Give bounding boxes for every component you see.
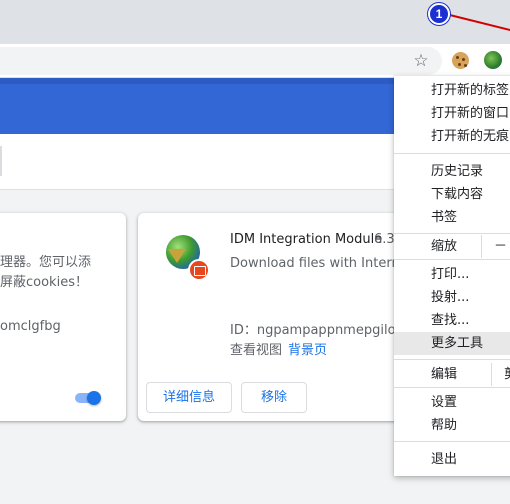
details-button[interactable]: 详细信息 [146, 382, 232, 413]
menu-separator [394, 153, 510, 154]
address-bar[interactable] [0, 47, 442, 75]
extension-enable-toggle[interactable] [75, 391, 103, 405]
description-line: 理器。您可以添 [0, 255, 92, 270]
menu-item-downloads[interactable]: 下载内容 [394, 183, 510, 206]
menu-item-find[interactable]: 查找... [394, 309, 510, 332]
idm-logo-icon [164, 235, 210, 281]
description-line: 屏蔽cookies！ [0, 275, 88, 290]
cookie-extension-icon[interactable] [452, 52, 469, 69]
menu-item-history[interactable]: 历史记录 [394, 160, 510, 183]
toggle-knob [87, 391, 101, 405]
menu-item-new-incognito[interactable]: 打开新的无痕窗 [394, 125, 510, 148]
annotation-badge: 1 [428, 3, 450, 25]
chrome-main-menu: 打开新的标签页 打开新的窗口 打开新的无痕窗 历史记录 下载内容 书签 缩放 －… [394, 76, 510, 476]
extension-card-idm: IDM Integration Module 6.3 Download file… [138, 213, 438, 421]
idm-extension-icon[interactable] [484, 51, 502, 69]
menu-item-bookmarks[interactable]: 书签 [394, 206, 510, 229]
background-page-link[interactable]: 背景页 [288, 343, 327, 358]
menu-item-print[interactable]: 打印... [394, 263, 510, 286]
inspect-views: 查看视图 背景页 [230, 339, 327, 358]
extension-id: ID：ngpampappnmepgilojfo [230, 323, 412, 338]
menu-item-exit[interactable]: 退出 [394, 448, 510, 471]
menu-separator [394, 359, 510, 360]
extension-name: IDM Integration Module [230, 232, 383, 247]
extension-card: 理器。您可以添 屏蔽cookies！ omclgfbg [0, 213, 126, 421]
menu-separator [394, 233, 510, 234]
browser-toolbar: ☆ [0, 44, 510, 78]
remove-button[interactable]: 移除 [241, 382, 307, 413]
search-box-edge [0, 146, 2, 176]
menu-item-more-tools[interactable]: 更多工具 [394, 332, 510, 355]
menu-separator [394, 441, 510, 442]
menu-item-new-window[interactable]: 打开新的窗口 [394, 102, 510, 125]
menu-item-help[interactable]: 帮助 [394, 414, 510, 437]
cast-badge-icon [188, 259, 210, 281]
menu-separator [394, 259, 510, 260]
download-arrow-icon [168, 249, 186, 263]
extension-description: 理器。您可以添 屏蔽cookies！ [0, 253, 130, 293]
menu-separator [394, 387, 510, 388]
menu-item-settings[interactable]: 设置 [394, 391, 510, 414]
star-outline-icon[interactable]: ☆ [411, 51, 431, 71]
menu-item-new-tab[interactable]: 打开新的标签页 [394, 79, 510, 102]
extension-version: 6.3 [374, 232, 395, 247]
extension-id: omclgfbg [0, 319, 61, 334]
zoom-out-button[interactable]: － [481, 235, 510, 258]
edit-cut-button[interactable]: 剪 [491, 363, 510, 386]
extension-description: Download files with Internet [230, 256, 413, 271]
menu-item-cast[interactable]: 投射... [394, 286, 510, 309]
inspect-views-label: 查看视图 [230, 343, 283, 358]
